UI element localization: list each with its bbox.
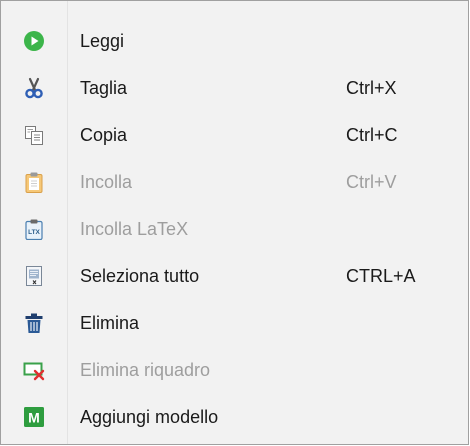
menu-item-leggi[interactable]: Leggi — [1, 18, 468, 65]
add-template-icon: M — [23, 406, 45, 428]
menu-item-label: Seleziona tutto — [80, 266, 200, 286]
menu-item-aggiungi-modello[interactable]: M Aggiungi modello — [1, 394, 468, 441]
context-menu: Leggi Taglia Ctrl+X Copia Ctrl+C Incolla… — [0, 0, 469, 445]
menu-item-label: Elimina riquadro — [80, 360, 211, 380]
trash-icon — [23, 312, 45, 334]
clipboard-latex-text: LTX — [28, 229, 40, 236]
menu-item-elimina-riquadro[interactable]: Elimina riquadro — [1, 347, 468, 394]
select-all-icon — [23, 265, 45, 287]
menu-item-shortcut: Ctrl+V — [346, 172, 397, 192]
menu-item-label: Incolla — [80, 172, 133, 192]
play-icon — [23, 30, 45, 52]
menu-item-copia[interactable]: Copia Ctrl+C — [1, 112, 468, 159]
menu-item-incolla[interactable]: Incolla Ctrl+V — [1, 159, 468, 206]
clipboard-icon — [23, 171, 45, 193]
menu-item-seleziona-tutto[interactable]: Seleziona tutto CTRL+A — [1, 253, 468, 300]
delete-frame-icon — [23, 359, 45, 381]
menu-item-label: Copia — [80, 125, 128, 145]
scissors-icon — [23, 77, 45, 99]
add-template-letter: M — [28, 410, 40, 426]
menu-item-label: Elimina — [80, 313, 140, 333]
menu-item-label: Incolla LaTeX — [80, 219, 189, 239]
menu-item-elimina[interactable]: Elimina — [1, 300, 468, 347]
menu-item-label: Taglia — [80, 78, 128, 98]
menu-item-taglia[interactable]: Taglia Ctrl+X — [1, 65, 468, 112]
menu-item-label: Leggi — [80, 31, 125, 51]
menu-item-incolla-latex[interactable]: LTX Incolla LaTeX — [1, 206, 468, 253]
menu-item-label: Aggiungi modello — [80, 407, 219, 427]
copy-icon — [23, 124, 45, 146]
menu-item-shortcut: CTRL+A — [346, 266, 416, 286]
clipboard-latex-icon: LTX — [23, 218, 45, 240]
menu-item-shortcut: Ctrl+C — [346, 125, 398, 145]
menu-item-shortcut: Ctrl+X — [346, 78, 397, 98]
